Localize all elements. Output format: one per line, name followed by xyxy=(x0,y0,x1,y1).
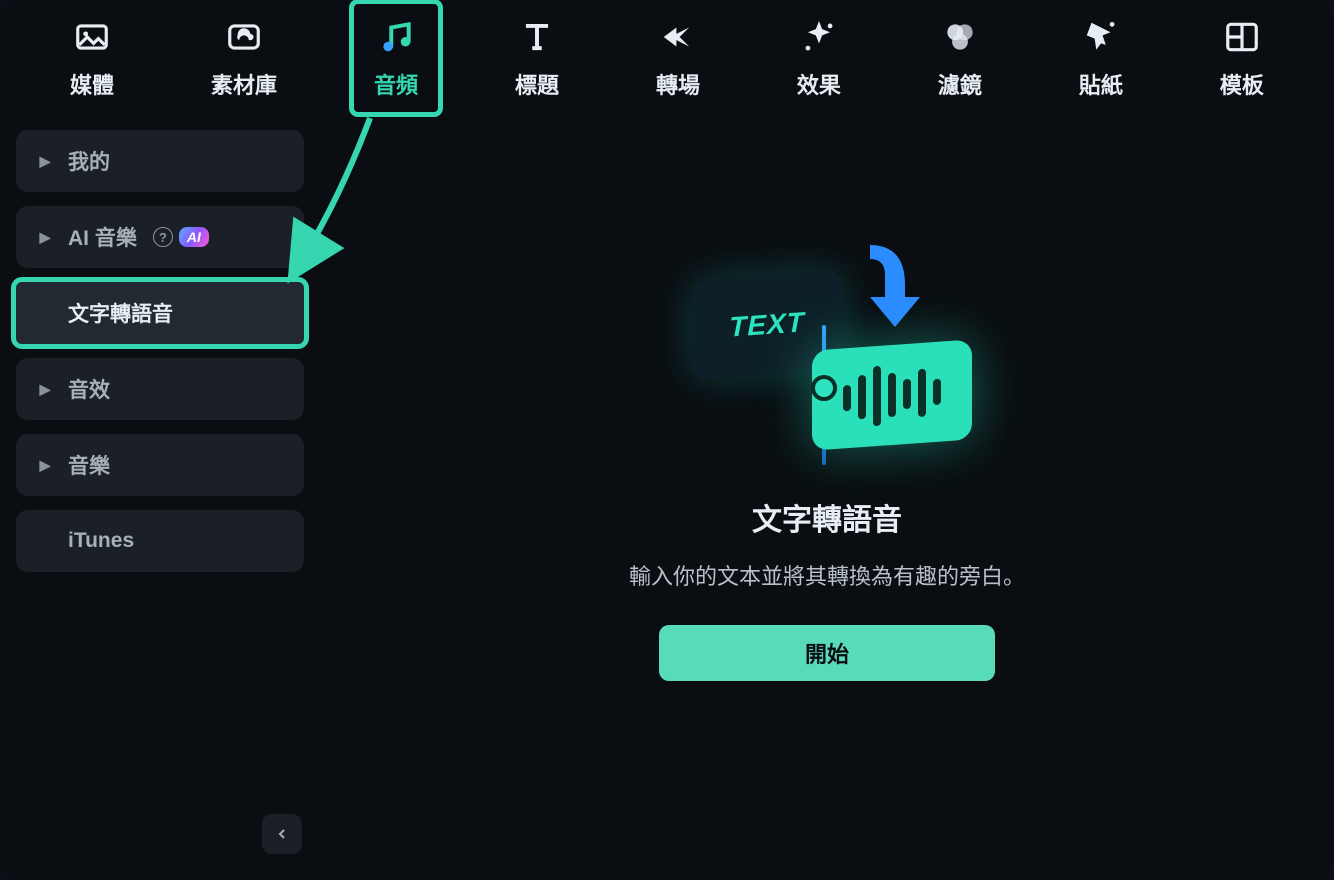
sidebar-item-label: AI 音樂 xyxy=(68,222,137,252)
sidebar-item-label: iTunes xyxy=(68,529,134,553)
media-icon xyxy=(71,16,113,58)
tab-transition[interactable]: 轉場 xyxy=(636,4,720,112)
tab-label: 貼紙 xyxy=(1079,68,1123,100)
chevron-right-icon: ▶ xyxy=(38,457,52,474)
tab-filter[interactable]: 濾鏡 xyxy=(918,4,1002,112)
tab-label: 效果 xyxy=(797,68,841,100)
tab-label: 轉場 xyxy=(656,68,700,100)
chevron-right-icon: ▶ xyxy=(38,229,52,246)
top-tab-bar: 媒體 素材庫 音頻 xyxy=(0,0,1334,116)
sidebar-item-mine[interactable]: ▶ 我的 xyxy=(16,130,304,192)
transition-icon xyxy=(657,16,699,58)
tab-effect[interactable]: 效果 xyxy=(777,4,861,112)
tab-label: 濾鏡 xyxy=(938,68,982,100)
tts-illustration: TEXT xyxy=(682,235,972,475)
help-icon[interactable]: ? xyxy=(153,227,173,247)
filter-icon xyxy=(939,16,981,58)
sidebar-item-ai-music[interactable]: ▶ AI 音樂 ? AI xyxy=(16,206,304,268)
sidebar: ▶ 我的 ▶ AI 音樂 ? AI ▶ 文字轉語音 ▶ 音效 ▶ xyxy=(0,116,320,880)
sidebar-item-music[interactable]: ▶ 音樂 xyxy=(16,434,304,496)
tab-label: 音頻 xyxy=(374,68,418,100)
chevron-right-icon: ▶ xyxy=(38,153,52,170)
tab-library[interactable]: 素材庫 xyxy=(191,4,297,112)
sidebar-item-label: 我的 xyxy=(68,146,110,176)
tab-label: 素材庫 xyxy=(211,68,277,100)
sparkle-icon xyxy=(798,16,840,58)
sidebar-item-label: 文字轉語音 xyxy=(68,298,173,328)
tab-label: 模板 xyxy=(1220,68,1264,100)
ai-badge: AI xyxy=(179,227,209,247)
sidebar-item-sfx[interactable]: ▶ 音效 xyxy=(16,358,304,420)
hero-subtitle: 輸入你的文本並將其轉換為有趣的旁白。 xyxy=(629,559,1025,591)
hero-title: 文字轉語音 xyxy=(752,495,902,539)
start-button[interactable]: 開始 xyxy=(659,625,995,681)
chevron-left-icon xyxy=(274,826,290,842)
sidebar-item-label: 音樂 xyxy=(68,450,110,480)
template-icon xyxy=(1221,16,1263,58)
sticker-icon xyxy=(1080,16,1122,58)
tab-label: 媒體 xyxy=(70,68,114,100)
content-panel: TEXT 文字轉語音 xyxy=(320,116,1334,880)
tab-media[interactable]: 媒體 xyxy=(50,4,134,112)
tab-title[interactable]: 標題 xyxy=(495,4,579,112)
arrow-down-icon xyxy=(850,235,920,335)
tab-template[interactable]: 模板 xyxy=(1200,4,1284,112)
cloud-icon xyxy=(223,16,265,58)
chevron-right-icon: ▶ xyxy=(38,381,52,398)
tab-audio[interactable]: 音頻 xyxy=(354,4,438,112)
text-icon xyxy=(516,16,558,58)
collapse-sidebar-button[interactable] xyxy=(262,814,302,854)
tab-label: 標題 xyxy=(515,68,559,100)
tab-sticker[interactable]: 貼紙 xyxy=(1059,4,1143,112)
sidebar-item-tts[interactable]: ▶ 文字轉語音 xyxy=(16,282,304,344)
music-note-icon xyxy=(375,16,417,58)
sidebar-item-itunes[interactable]: ▶ iTunes xyxy=(16,510,304,572)
sidebar-item-label: 音效 xyxy=(68,374,110,404)
